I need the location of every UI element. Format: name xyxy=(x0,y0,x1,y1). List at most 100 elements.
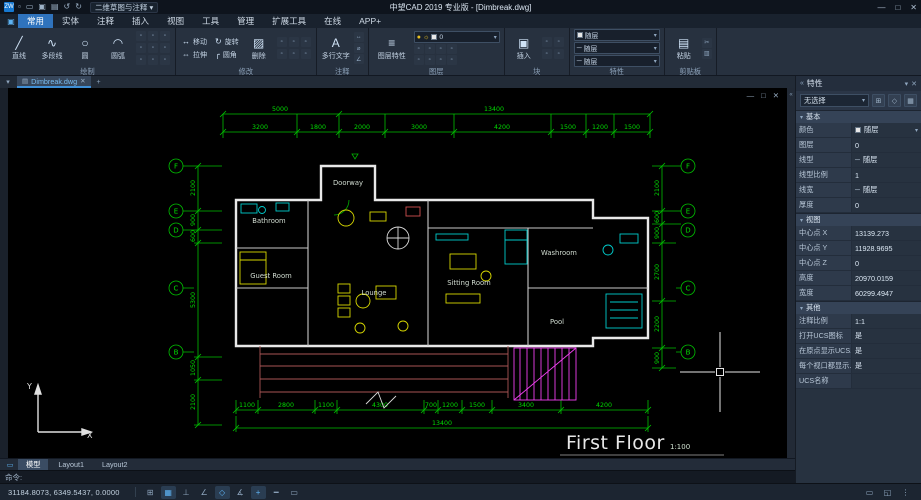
modify-mini-icon[interactable]: ▫ xyxy=(277,49,287,59)
move-button[interactable]: ↔ 移动 xyxy=(180,35,209,48)
open-icon[interactable]: ▭ xyxy=(26,2,34,12)
property-row-thickness[interactable]: 厚度 0 xyxy=(796,198,921,213)
property-row-height[interactable]: 高度 20970.0159 xyxy=(796,271,921,286)
new-tab-icon[interactable]: + xyxy=(94,76,104,88)
block-mini-icon[interactable]: ▫ xyxy=(542,37,552,47)
angular-dimension-icon[interactable]: ∠ xyxy=(354,54,364,64)
layer-mini-icon[interactable]: ▫ xyxy=(436,44,446,54)
block-mini-icon[interactable]: ▫ xyxy=(554,49,564,59)
draw-mini-icon[interactable]: ▫ xyxy=(148,43,158,53)
stretch-button[interactable]: ⇔ 拉伸 xyxy=(180,48,209,61)
diameter-dimension-icon[interactable]: ⌀ xyxy=(354,43,364,53)
color-dropdown[interactable]: 随层 ▾ xyxy=(574,29,660,41)
linear-dimension-icon[interactable]: ↔ xyxy=(354,32,364,42)
tab-manage[interactable]: 管理 xyxy=(228,14,263,28)
property-row-ucsviewport[interactable]: 每个视口都显示.. 是 xyxy=(796,359,921,374)
redo-icon[interactable]: ↻ xyxy=(75,2,82,12)
lineweight-dropdown[interactable]: ─ 随层 ▾ xyxy=(574,55,660,67)
property-row-color[interactable]: 颜色 随层▾ xyxy=(796,123,921,138)
modify-mini-icon[interactable]: ▫ xyxy=(277,37,287,47)
tab-layout1[interactable]: Layout1 xyxy=(50,459,92,471)
file-menu-icon[interactable]: ▣ xyxy=(4,14,18,28)
status-menu-button[interactable]: ⋮ xyxy=(898,486,913,499)
section-view[interactable]: ▾ 视图 xyxy=(796,213,921,226)
model-space-toggle[interactable]: ▭ xyxy=(287,486,302,499)
draw-mini-icon[interactable]: ▫ xyxy=(136,43,146,53)
property-row-linetype[interactable]: 线型 ─随层 xyxy=(796,153,921,168)
panel-collapse-icon[interactable]: « xyxy=(800,80,804,87)
property-row-ltscale[interactable]: 线型比例 1 xyxy=(796,168,921,183)
tab-app-plus[interactable]: APP+ xyxy=(350,14,390,28)
polyline-button[interactable]: ∿ 多段线 xyxy=(37,29,67,67)
tab-insert[interactable]: 插入 xyxy=(123,14,158,28)
lineweight-toggle[interactable]: ━ xyxy=(269,486,284,499)
grid-toggle[interactable]: ▦ xyxy=(161,486,176,499)
layer-mini-icon[interactable]: ▫ xyxy=(425,55,435,65)
tab-tools[interactable]: 工具 xyxy=(193,14,228,28)
document-tab[interactable]: ▤ Dimbreak.dwg ✕ xyxy=(17,76,91,88)
tab-model[interactable]: 模型 xyxy=(18,459,48,471)
layout-nav-icon[interactable]: ▭ xyxy=(4,461,16,469)
new-icon[interactable]: ▫ xyxy=(18,2,21,12)
undo-icon[interactable]: ↺ xyxy=(64,2,71,12)
rotate-button[interactable]: ↻ 旋转 xyxy=(213,35,241,48)
draw-mini-icon[interactable]: ▫ xyxy=(136,31,146,41)
modify-mini-icon[interactable]: ▫ xyxy=(301,37,311,47)
toggle-pickadd-icon[interactable]: ⊞ xyxy=(872,94,885,107)
panel-menu-icon[interactable]: ▾ xyxy=(905,80,909,88)
doc-restore-icon[interactable]: □ xyxy=(761,91,766,100)
layer-mini-icon[interactable]: ▫ xyxy=(414,55,424,65)
workspace-switcher[interactable]: 二维草图与注释 ▾ xyxy=(90,2,158,13)
ortho-toggle[interactable]: ⊥ xyxy=(179,486,194,499)
dyn-toggle[interactable]: + xyxy=(251,486,266,499)
linetype-dropdown[interactable]: ─ 随层 ▾ xyxy=(574,42,660,54)
insert-block-button[interactable]: ▣ 插入 xyxy=(509,29,539,67)
property-row-width[interactable]: 宽度 60299.4947 xyxy=(796,286,921,301)
layer-properties-button[interactable]: ≡ 图层特性 xyxy=(373,29,411,67)
arc-button[interactable]: ◠ 圆弧 xyxy=(103,29,133,67)
selection-dropdown[interactable]: 无选择 ▾ xyxy=(800,94,869,107)
property-row-ucsname[interactable]: UCS名称 xyxy=(796,374,921,389)
tab-solid[interactable]: 实体 xyxy=(53,14,88,28)
line-button[interactable]: ╱ 直线 xyxy=(4,29,34,67)
block-mini-icon[interactable]: ▫ xyxy=(542,49,552,59)
quick-select-icon[interactable]: ▦ xyxy=(904,94,917,107)
tab-online[interactable]: 在线 xyxy=(315,14,350,28)
layer-mini-icon[interactable]: ▫ xyxy=(447,55,457,65)
draw-mini-icon[interactable]: ▫ xyxy=(160,43,170,53)
paste-button[interactable]: ▤ 粘贴 xyxy=(669,29,699,67)
minimize-button[interactable]: — xyxy=(877,3,885,12)
layer-mini-icon[interactable]: ▫ xyxy=(436,55,446,65)
command-line[interactable]: 命令: xyxy=(0,470,795,483)
property-row-center-z[interactable]: 中心点 Z 0 xyxy=(796,256,921,271)
property-row-ucsicon[interactable]: 打开UCS图标 是 xyxy=(796,329,921,344)
polar-toggle[interactable]: ∠ xyxy=(197,486,212,499)
property-row-center-x[interactable]: 中心点 X 13139.273 xyxy=(796,226,921,241)
select-objects-icon[interactable]: ◇ xyxy=(888,94,901,107)
draw-mini-icon[interactable]: ▫ xyxy=(148,55,158,65)
draw-mini-icon[interactable]: ▫ xyxy=(160,31,170,41)
tab-layout2[interactable]: Layout2 xyxy=(94,459,136,471)
drawing-canvas[interactable]: F E D C B F E D C B 5000 13400 3200 1800… xyxy=(8,88,787,458)
print-icon[interactable]: ▤ xyxy=(51,2,59,12)
cut-icon[interactable]: ✂ xyxy=(702,38,712,48)
property-row-ucsorigin[interactable]: 在原点显示UCS.. 是 xyxy=(796,344,921,359)
modify-mini-icon[interactable]: ▫ xyxy=(289,49,299,59)
section-basic[interactable]: ▾ 基本 xyxy=(796,110,921,123)
modify-mini-icon[interactable]: ▫ xyxy=(289,37,299,47)
close-button[interactable]: ✕ xyxy=(910,3,917,12)
tab-close-icon[interactable]: ✕ xyxy=(80,77,85,85)
fullscreen-button[interactable]: ◱ xyxy=(880,486,895,499)
tab-view[interactable]: 视图 xyxy=(158,14,193,28)
tab-list-icon[interactable]: ▾ xyxy=(2,76,14,88)
otrack-toggle[interactable]: ∡ xyxy=(233,486,248,499)
tab-annotate[interactable]: 注释 xyxy=(88,14,123,28)
panel-close-icon[interactable]: ✕ xyxy=(911,80,917,88)
draw-mini-icon[interactable]: ▫ xyxy=(136,55,146,65)
viewport-button[interactable]: ▭ xyxy=(862,486,877,499)
tab-express[interactable]: 扩展工具 xyxy=(263,14,315,28)
layer-mini-icon[interactable]: ▫ xyxy=(425,44,435,54)
erase-button[interactable]: ▨ 删除 xyxy=(244,29,274,67)
tab-home[interactable]: 常用 xyxy=(18,14,53,28)
property-row-annoscale[interactable]: 注释比例 1:1 xyxy=(796,314,921,329)
